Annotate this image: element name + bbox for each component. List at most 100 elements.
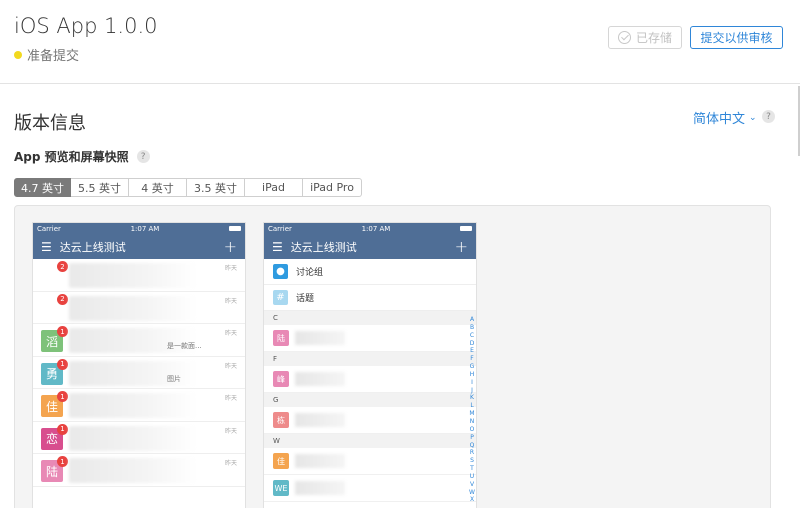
carrier-label: Carrier <box>268 224 292 233</box>
unread-badge: 1 <box>57 423 68 435</box>
plus-icon: + <box>454 237 468 256</box>
saved-button[interactable]: 已存储 <box>608 26 682 49</box>
index-letter: N <box>469 417 475 425</box>
screenshots-title: App 预览和屏幕快照 <box>14 150 129 164</box>
section-header: F <box>264 352 476 366</box>
battery-icon <box>459 226 472 231</box>
saved-label: 已存储 <box>635 31 672 45</box>
chat-time: 昨天 <box>224 265 237 272</box>
blurred-content <box>295 372 345 386</box>
unread-badge: 1 <box>57 326 68 337</box>
blurred-content <box>69 393 197 418</box>
blurred-content <box>295 481 345 495</box>
unread-badge: 2 <box>57 293 68 305</box>
lock-icon: ● <box>273 264 288 279</box>
index-letter: F <box>470 355 474 363</box>
contact-row: 佳 <box>264 448 476 475</box>
blurred-content <box>69 458 197 483</box>
chat-time: 昨天 <box>224 330 237 337</box>
section-header: G <box>264 393 476 407</box>
index-letter: I <box>471 378 473 386</box>
tab-3-5-inch[interactable]: 3.5 英寸 <box>187 178 245 197</box>
index-letter: B <box>469 323 475 331</box>
avatar: 佳 <box>273 453 289 469</box>
blurred-content <box>69 295 197 321</box>
list-item: 陆 1 昨天 <box>33 454 245 487</box>
status-dot-icon <box>14 50 22 59</box>
index-letter: P <box>470 433 474 441</box>
app-status: 准备提交 <box>14 45 79 64</box>
chat-time: 昨天 <box>224 395 237 402</box>
index-letter: T <box>470 465 474 473</box>
help-icon[interactable]: ? <box>136 150 150 163</box>
list-item: 勇 1 图片 昨天 <box>33 357 245 389</box>
index-letter: G <box>469 363 475 371</box>
screenshot-1[interactable]: Carrier 1:07 AM ☰ 达云上线测试 + 2 昨天 2 昨天 滔 1… <box>32 222 246 508</box>
index-letter: W <box>469 488 475 496</box>
page-header: iOS App 1.0.0 准备提交 已存储 提交以供审核 <box>0 0 800 84</box>
index-letter: M <box>469 410 475 418</box>
index-letter: X <box>469 496 475 504</box>
chat-time: 昨天 <box>224 460 237 467</box>
unread-badge: 1 <box>57 456 68 467</box>
list-item: 滔 1 是一款面... 昨天 <box>33 324 245 357</box>
screenshot-2[interactable]: Carrier 1:07 AM ☰ 达云上线测试 + ● 讨论组 # 话题 C … <box>263 222 477 508</box>
chat-time: 昨天 <box>224 362 237 370</box>
tab-4-7-inch[interactable]: 4.7 英寸 <box>14 178 71 197</box>
discussion-group-item: ● 讨论组 <box>264 259 476 285</box>
help-icon[interactable]: ? <box>762 110 775 123</box>
tab-ipad-pro[interactable]: iPad Pro <box>303 178 362 197</box>
chat-snippet: 图片 <box>167 374 181 383</box>
plus-icon: + <box>223 237 237 256</box>
index-letter: C <box>469 331 475 339</box>
blurred-content <box>295 413 345 427</box>
ios-status-bar: Carrier 1:07 AM <box>264 223 476 234</box>
list-item: 2 昨天 <box>33 259 245 292</box>
index-letter: D <box>469 339 475 347</box>
language-selector[interactable]: 简体中文 ⌄ <box>693 108 757 127</box>
tab-4-inch[interactable]: 4 英寸 <box>129 178 187 197</box>
list-item: 2 昨天 <box>33 292 245 324</box>
chevron-down-icon: ⌄ <box>749 112 757 123</box>
chat-time: 昨天 <box>224 297 237 305</box>
topic-item: # 话题 <box>264 285 476 311</box>
index-letter: L <box>470 402 474 410</box>
app-title: iOS App 1.0.0 <box>14 14 158 38</box>
contact-row: 峰 <box>264 366 476 393</box>
check-circle-icon <box>617 31 631 44</box>
status-label: 准备提交 <box>27 49 80 64</box>
clock-label: 1:07 AM <box>361 224 391 233</box>
tab-ipad[interactable]: iPad <box>245 178 303 197</box>
hashtag-icon: # <box>273 290 288 305</box>
index-letter: Q <box>469 441 475 449</box>
submit-for-review-button[interactable]: 提交以供审核 <box>690 26 783 49</box>
menu-icon: ☰ <box>272 239 283 254</box>
ios-nav-bar: ☰ 达云上线测试 + <box>264 234 476 259</box>
avatar: WE <box>273 480 289 496</box>
ios-status-bar: Carrier 1:07 AM <box>33 223 245 234</box>
index-letter: J <box>471 386 473 394</box>
avatar: 栋 <box>273 412 289 428</box>
unread-badge: 2 <box>57 261 68 272</box>
index-letter: E <box>470 347 474 355</box>
screenshots-section-title: App 预览和屏幕快照 ? <box>14 148 150 165</box>
chat-time: 昨天 <box>224 427 237 435</box>
contact-row: 栋 <box>264 407 476 434</box>
alphabet-index: ABCDEFGHIJKLMNOPQRSTUVWX <box>467 316 477 504</box>
index-letter: U <box>469 472 475 480</box>
clock-label: 1:07 AM <box>130 224 160 233</box>
ios-nav-bar: ☰ 达云上线测试 + <box>33 234 245 259</box>
index-letter: K <box>470 394 474 402</box>
version-info-title: 版本信息 <box>14 113 86 134</box>
blurred-content <box>69 425 197 451</box>
list-item: 佳 1 昨天 <box>33 389 245 422</box>
section-header: C <box>264 311 476 325</box>
nav-title: 达云上线测试 <box>59 240 126 254</box>
unread-badge: 1 <box>57 391 68 402</box>
contact-row: WE <box>264 475 476 502</box>
index-letter: H <box>469 370 475 378</box>
list-item: 恋 1 昨天 <box>33 422 245 454</box>
section-header: W <box>264 434 476 448</box>
avatar: 陆 <box>273 330 289 346</box>
tab-5-5-inch[interactable]: 5.5 英寸 <box>71 178 129 197</box>
